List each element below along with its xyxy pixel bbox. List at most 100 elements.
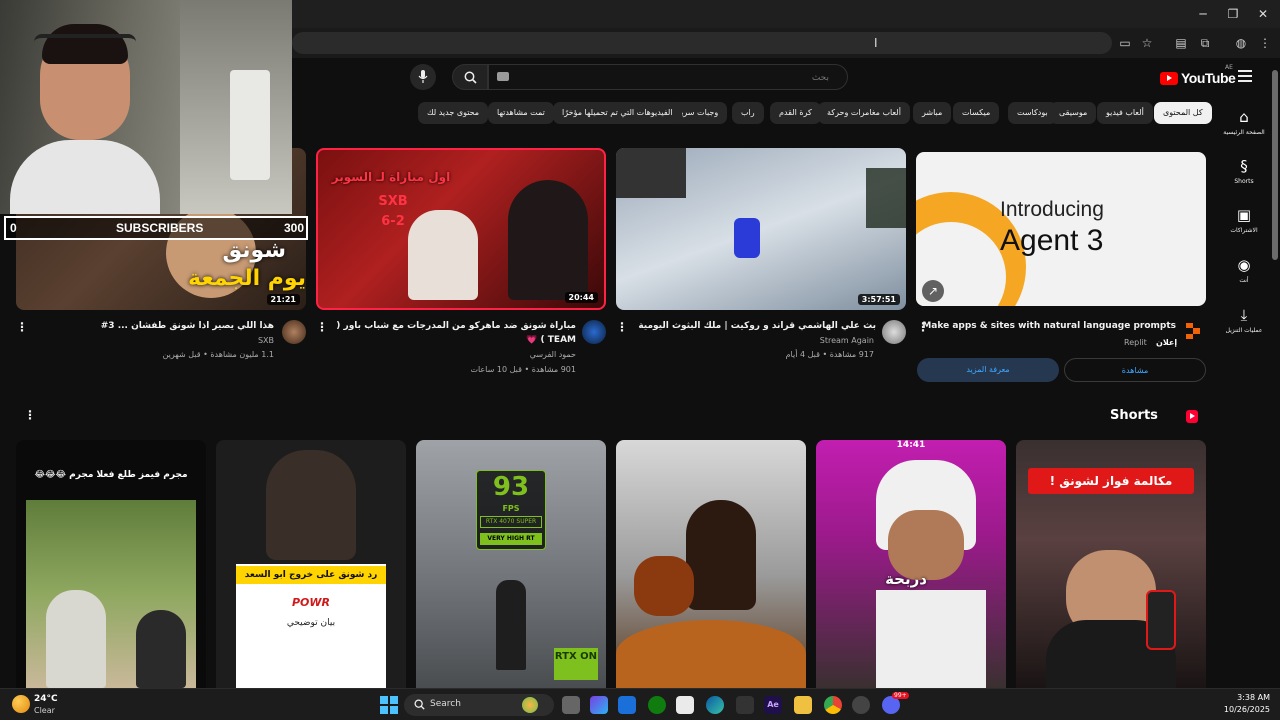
ad-watch-button[interactable]: مشاهدة bbox=[1064, 358, 1206, 382]
more-options-icon[interactable]: ⋮ bbox=[316, 320, 328, 334]
page-scrollbar[interactable] bbox=[1270, 58, 1280, 688]
short-card[interactable] bbox=[616, 440, 806, 688]
sidebar-item-3[interactable]: ◉ أنت bbox=[1218, 256, 1270, 284]
taskbar-search[interactable]: Search bbox=[404, 694, 554, 716]
obs-icon[interactable] bbox=[852, 696, 870, 714]
app-icon[interactable] bbox=[618, 696, 636, 714]
search-input[interactable] bbox=[509, 66, 829, 90]
video-duration: 21:21 bbox=[266, 294, 300, 305]
chip-7[interactable]: كرة القدم bbox=[770, 102, 821, 124]
video-title[interactable]: هذا اللي يصير اذا شونق طفشان ... 3# bbox=[36, 321, 274, 331]
mic-icon[interactable] bbox=[410, 64, 436, 90]
short-card[interactable]: 14:41 دربحة bbox=[816, 440, 1006, 688]
address-bar[interactable] bbox=[292, 32, 1112, 54]
channel-avatar[interactable] bbox=[282, 320, 306, 344]
sidebar-item-2[interactable]: ▣ الاشتراكات bbox=[1218, 206, 1270, 234]
video-title[interactable]: مباراة شونق ضد ماهركو من المدرجات مع شبا… bbox=[336, 321, 576, 331]
short-card[interactable]: مجرم فيمز طلع فعلا مجرم 😂😂😂 bbox=[16, 440, 206, 688]
chrome-icon[interactable] bbox=[824, 696, 842, 714]
chip-11[interactable]: تمت مشاهدتها bbox=[488, 102, 554, 124]
copilot-icon[interactable] bbox=[590, 696, 608, 714]
channel-name[interactable]: Stream Again bbox=[636, 336, 874, 345]
more-options-icon[interactable]: ⋮ bbox=[917, 320, 929, 334]
search-field[interactable] bbox=[488, 64, 848, 90]
sidebar-item-label: أنت bbox=[1239, 277, 1249, 284]
sidebar-item-label: عمليات التنزيل bbox=[1225, 327, 1263, 334]
task-view-icon[interactable] bbox=[562, 696, 580, 714]
weather-desc[interactable]: Clear bbox=[34, 706, 55, 715]
more-options-icon[interactable]: ⋮ bbox=[616, 320, 628, 334]
restore-button[interactable]: ❐ bbox=[1216, 4, 1250, 24]
scrollbar-thumb[interactable] bbox=[1272, 70, 1278, 260]
clock-time[interactable]: 3:38 AM bbox=[1200, 693, 1270, 702]
chip-2[interactable]: موسيقى bbox=[1050, 102, 1097, 124]
bookmark-star-icon[interactable]: ☆ bbox=[1138, 34, 1156, 52]
youtube-play-icon bbox=[1160, 71, 1178, 85]
edge-icon[interactable] bbox=[706, 696, 724, 714]
sidebar-item-label: الصفحة الرئيسية bbox=[1223, 129, 1265, 136]
short-card[interactable]: رد شونق على خروج ابو السعد POWR بيان توض… bbox=[216, 440, 406, 688]
ad-learn-more-button[interactable]: معرفة المزيد bbox=[917, 358, 1059, 382]
browser-menu-icon[interactable]: ⋮ bbox=[1256, 34, 1274, 52]
keyboard-icon[interactable] bbox=[497, 72, 509, 81]
thumbnail-score-team: SXB bbox=[378, 194, 408, 209]
ad-title[interactable]: Make apps & sites with natural language … bbox=[922, 321, 1176, 331]
menu-icon[interactable] bbox=[1238, 70, 1252, 82]
extension-icon[interactable]: ▤ bbox=[1172, 34, 1190, 52]
youtube-logo[interactable]: YouTube bbox=[1160, 68, 1236, 88]
chip-5[interactable]: مباشر bbox=[913, 102, 952, 124]
weather-temp[interactable]: 24°C bbox=[34, 694, 58, 704]
video-thumbnail[interactable]: 3:57:51 bbox=[616, 148, 906, 310]
more-options-icon[interactable]: ⋮ bbox=[16, 320, 28, 334]
chip-10[interactable]: الفيديوهات التي تم تحميلها مؤخرًا bbox=[553, 102, 682, 124]
subscriber-counter: 0 SUBSCRIBERS 300 bbox=[4, 216, 308, 240]
video-duration: 3:57:51 bbox=[857, 294, 900, 305]
search-button[interactable] bbox=[452, 64, 488, 90]
file-explorer-icon[interactable] bbox=[794, 696, 812, 714]
chip-4[interactable]: ميكسات bbox=[953, 102, 1000, 124]
short-caption: مجرم فيمز طلع فعلا مجرم 😂😂😂 bbox=[34, 470, 188, 480]
advertiser-name[interactable]: Replit bbox=[1124, 338, 1147, 347]
xbox-icon[interactable] bbox=[648, 696, 666, 714]
short-card[interactable]: 93 FPS RTX 4070 SUPER VERY HIGH RT RTX O… bbox=[416, 440, 606, 688]
channel-name[interactable]: حمود الفرسي bbox=[336, 350, 576, 359]
webcam-overlay bbox=[0, 0, 292, 214]
sidebar-item-4[interactable]: ⤓ عمليات التنزيل bbox=[1218, 306, 1270, 334]
channel-avatar[interactable] bbox=[882, 320, 906, 344]
profile-avatar-icon[interactable]: ◍ bbox=[1232, 34, 1250, 52]
sidebar-item-1[interactable]: § Shorts bbox=[1218, 157, 1270, 185]
shorts-heading: Shorts bbox=[1110, 408, 1158, 423]
video-title-line2[interactable]: TEAM ) 💗 bbox=[336, 335, 576, 345]
region-code: AE bbox=[1225, 64, 1233, 71]
ad-thumbnail[interactable]: Introducing Agent 3 ↗ bbox=[916, 152, 1206, 306]
ibp-app-icon[interactable] bbox=[736, 696, 754, 714]
minimize-button[interactable]: ─ bbox=[1186, 4, 1220, 24]
thumbnail-text: اول مباراة لـ السوبر bbox=[331, 170, 451, 184]
short-card[interactable]: مكالمة فواز لشونق ! bbox=[1016, 440, 1206, 688]
shorts-more-icon[interactable]: ⋮ bbox=[24, 408, 36, 422]
ad-headline-product: Agent 3 bbox=[1000, 224, 1104, 257]
channel-avatar[interactable] bbox=[582, 320, 606, 344]
chip-12[interactable]: محتوى جديد لك bbox=[418, 102, 489, 124]
chip-8[interactable]: راب bbox=[732, 102, 764, 124]
store-icon[interactable] bbox=[676, 696, 694, 714]
close-button[interactable]: ✕ bbox=[1246, 4, 1280, 24]
chip-6[interactable]: ألعاب مغامرات وحركة bbox=[818, 102, 910, 124]
clock-date[interactable]: 10/26/2025 bbox=[1200, 705, 1270, 714]
chip-3[interactable]: بودكاست bbox=[1008, 102, 1057, 124]
video-meta: 901 مشاهدة • قبل 10 ساعات bbox=[470, 365, 576, 374]
weather-moon-icon[interactable] bbox=[12, 695, 30, 713]
video-thumbnail[interactable]: اول مباراة لـ السوبر SXB 6-2 20:44 bbox=[316, 148, 606, 310]
cast-icon[interactable]: ▭ bbox=[1116, 34, 1134, 52]
sidebar-item-0[interactable]: ⌂ الصفحة الرئيسية bbox=[1218, 108, 1270, 136]
extensions-puzzle-icon[interactable]: ⧉ bbox=[1196, 34, 1214, 52]
external-link-icon[interactable]: ↗ bbox=[922, 280, 944, 302]
channel-name[interactable]: SXB bbox=[36, 336, 274, 345]
subscriber-label: SUBSCRIBERS bbox=[116, 221, 204, 235]
video-title[interactable]: بث علي الهاشمي قراند و روكيت | ملك البثو… bbox=[636, 321, 876, 331]
after-effects-icon[interactable]: Ae bbox=[764, 696, 782, 714]
text-cursor: I bbox=[874, 36, 878, 50]
chip-1[interactable]: ألعاب فيديو bbox=[1097, 102, 1153, 124]
windows-start-icon[interactable] bbox=[380, 696, 398, 714]
chip-0[interactable]: كل المحتوى bbox=[1154, 102, 1212, 124]
